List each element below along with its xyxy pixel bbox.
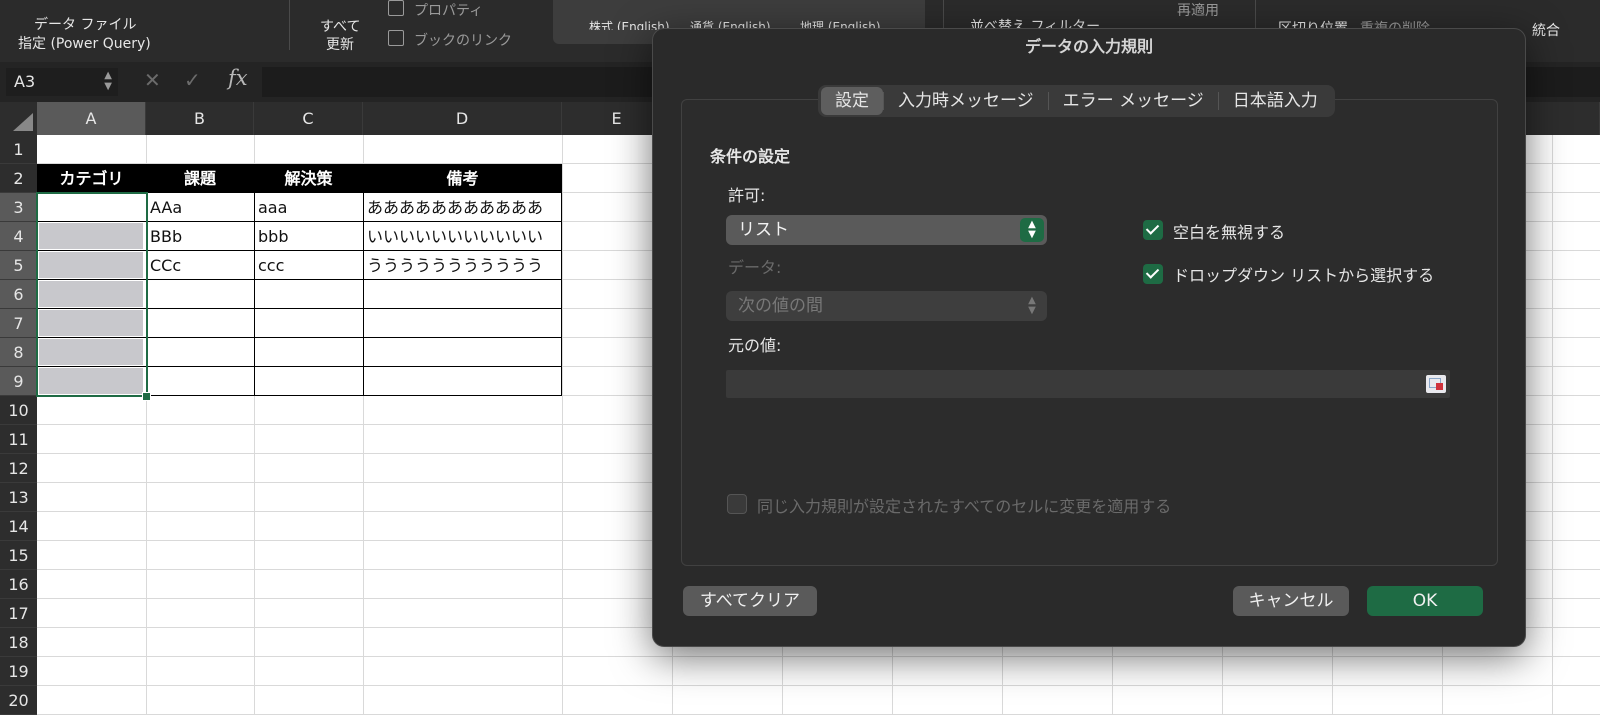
row-header-5[interactable]: 5 xyxy=(0,251,37,280)
in-cell-dropdown-label: ドロップダウン リストから選択する xyxy=(1173,266,1435,285)
row-header-17[interactable]: 17 xyxy=(0,599,37,628)
sort-filter-button[interactable]: 並べ替え フィルター xyxy=(970,16,1100,28)
book-links-button[interactable]: ブックのリンク xyxy=(414,30,512,50)
allow-select[interactable]: リスト ▲ ▼ xyxy=(726,215,1047,245)
row-header-11[interactable]: 11 xyxy=(0,425,37,454)
refresh-all-button-line1[interactable]: すべて xyxy=(320,16,360,36)
data-file-button-line2[interactable]: 指定 (Power Query) xyxy=(18,33,151,53)
in-cell-dropdown-checkbox[interactable] xyxy=(1143,264,1163,284)
refresh-all-button-line2[interactable]: 更新 xyxy=(326,34,354,54)
row-header-10[interactable]: 10 xyxy=(0,396,37,425)
row-header-8[interactable]: 8 xyxy=(0,338,37,367)
row-header-4[interactable]: 4 xyxy=(0,222,37,251)
row-header-18[interactable]: 18 xyxy=(0,628,37,657)
apply-to-all-checkbox xyxy=(727,494,747,514)
ignore-blank-checkbox[interactable] xyxy=(1143,220,1163,240)
grid-line xyxy=(37,685,1600,686)
data-select-value: 次の値の間 xyxy=(738,296,823,316)
ribbon-separator xyxy=(289,0,290,50)
grid-line xyxy=(562,135,563,715)
row-header-12[interactable]: 12 xyxy=(0,454,37,483)
fill-handle[interactable] xyxy=(142,392,151,401)
select-stepper-icon: ▲ ▼ xyxy=(1020,218,1044,242)
data-select: 次の値の間 ▲ ▼ xyxy=(726,291,1047,321)
name-box-stepper-icon[interactable]: ▲ ▼ xyxy=(104,70,112,92)
section-title: 条件の設定 xyxy=(710,147,791,166)
row-header-3[interactable]: 3 xyxy=(0,193,37,222)
data-validation-dialog: データの入力規則 設定 入力時メッセージ エラー メッセージ 日本語入力 条件の設定 … xyxy=(652,28,1526,647)
select-stepper-icon: ▲ ▼ xyxy=(1028,295,1036,316)
row-header-9[interactable]: 9 xyxy=(0,367,37,396)
collapse-dialog-icon[interactable] xyxy=(1426,375,1446,393)
row-header-20[interactable]: 20 xyxy=(0,686,37,715)
table-header-cell[interactable]: カテゴリ xyxy=(37,164,146,193)
row-header-6[interactable]: 6 xyxy=(0,280,37,309)
column-header-d[interactable]: D xyxy=(363,102,562,135)
row-header-14[interactable]: 14 xyxy=(0,512,37,541)
table-cell[interactable]: CCc xyxy=(146,251,254,280)
tab-0[interactable]: 設定 xyxy=(821,87,883,115)
tab-1[interactable]: 入力時メッセージ xyxy=(884,87,1048,115)
grid-line xyxy=(1552,135,1553,715)
grid-line xyxy=(37,656,1600,657)
column-header-b[interactable]: B xyxy=(146,102,254,135)
tab-bar: 設定 入力時メッセージ エラー メッセージ 日本語入力 xyxy=(818,85,1335,117)
table-header-cell[interactable]: 解決策 xyxy=(254,164,363,193)
row-header-2[interactable]: 2 xyxy=(0,164,37,193)
allow-select-value: リスト xyxy=(738,220,789,240)
data-file-button-line1[interactable]: データ ファイル xyxy=(34,14,136,34)
table-border xyxy=(561,164,562,396)
table-border xyxy=(254,164,255,396)
table-cell[interactable]: ううううううううううう xyxy=(363,251,562,280)
apply-to-all-label: 同じ入力規則が設定されたすべてのセルに変更を適用する xyxy=(757,497,1172,516)
properties-button[interactable]: プロパティ xyxy=(414,0,483,20)
insert-function-icon[interactable]: fx xyxy=(228,66,248,90)
name-box[interactable]: A3 ▲ ▼ xyxy=(6,68,118,96)
table-border xyxy=(363,164,364,396)
select-all-corner[interactable] xyxy=(0,102,37,135)
row-header-1[interactable]: 1 xyxy=(0,135,37,164)
cancel-button[interactable]: キャンセル xyxy=(1233,586,1349,616)
source-label: 元の値: xyxy=(728,336,782,355)
tab-3[interactable]: 日本語入力 xyxy=(1219,87,1332,115)
source-input[interactable] xyxy=(726,370,1450,398)
name-box-value: A3 xyxy=(14,72,36,91)
table-cell[interactable]: aaa xyxy=(254,193,363,222)
data-label: データ: xyxy=(728,258,782,277)
check-icon[interactable]: ✓ xyxy=(184,68,201,92)
table-cell[interactable]: いいいいいいいいいいい xyxy=(363,222,562,251)
table-cell[interactable]: ccc xyxy=(254,251,363,280)
book-links-icon xyxy=(388,30,404,46)
row-header-19[interactable]: 19 xyxy=(0,657,37,686)
consolidate-button[interactable]: 統合 xyxy=(1532,20,1560,40)
properties-icon xyxy=(388,0,404,16)
table-header-cell[interactable]: 課題 xyxy=(146,164,254,193)
table-cell[interactable]: bbb xyxy=(254,222,363,251)
table-cell[interactable]: BBb xyxy=(146,222,254,251)
reapply-button[interactable]: 再適用 xyxy=(1177,0,1219,20)
clear-all-button[interactable]: すべてクリア xyxy=(683,586,817,616)
row-header-13[interactable]: 13 xyxy=(0,483,37,512)
row-header-15[interactable]: 15 xyxy=(0,541,37,570)
cell-selection[interactable] xyxy=(36,192,148,397)
ignore-blank-label: 空白を無視する xyxy=(1173,223,1286,242)
table-cell[interactable]: AAa xyxy=(146,193,254,222)
table-header-cell[interactable]: 備考 xyxy=(363,164,562,193)
cancel-icon[interactable]: ✕ xyxy=(144,68,161,92)
ok-button[interactable]: OK xyxy=(1367,586,1483,616)
column-header-a[interactable]: A xyxy=(37,102,146,135)
tab-2[interactable]: エラー メッセージ xyxy=(1049,87,1218,115)
column-header-c[interactable]: C xyxy=(254,102,363,135)
row-header-16[interactable]: 16 xyxy=(0,570,37,599)
table-cell[interactable]: あああああああああああ xyxy=(363,193,562,222)
allow-label: 許可: xyxy=(728,186,766,205)
row-header-7[interactable]: 7 xyxy=(0,309,37,338)
dialog-title: データの入力規則 xyxy=(1024,37,1153,56)
